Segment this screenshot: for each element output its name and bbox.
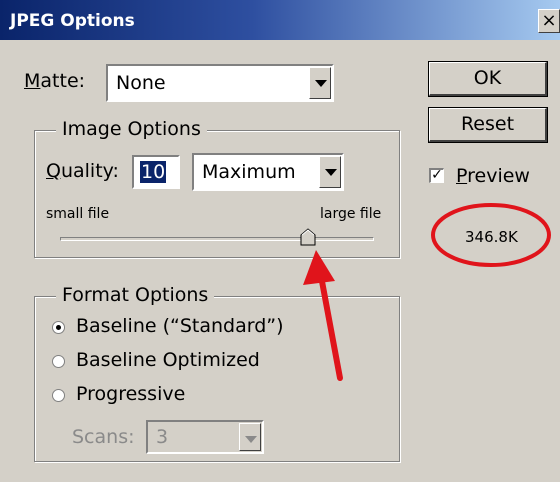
matte-label-rest: atte:	[40, 70, 86, 92]
large-file-label: large file	[320, 206, 382, 222]
image-options-legend: Image Options	[56, 118, 207, 140]
check-icon: ✓	[431, 167, 443, 183]
chevron-down-icon	[239, 423, 261, 451]
quality-value: 10	[140, 161, 167, 183]
slider-thumb-icon[interactable]	[300, 228, 316, 246]
quality-preset-dropdown[interactable]: Maximum	[192, 153, 344, 191]
title-bar: JPEG Options ×	[0, 0, 560, 40]
close-icon: ×	[541, 10, 557, 31]
preview-label: Preview	[456, 165, 530, 187]
matte-dropdown[interactable]: None	[106, 64, 334, 102]
format-option-label: Baseline (“Standard”)	[76, 315, 284, 337]
format-option-label: Progressive	[76, 383, 186, 405]
scans-value: 3	[156, 426, 169, 448]
quality-input[interactable]: 10	[132, 155, 180, 189]
scans-label: Scans:	[72, 426, 135, 448]
preview-label-rest: review	[467, 165, 530, 187]
reset-button[interactable]: Reset	[428, 107, 548, 143]
radio-icon[interactable]	[52, 355, 65, 368]
quality-slider-track[interactable]	[60, 237, 374, 241]
matte-value: None	[116, 72, 166, 94]
radio-icon[interactable]	[52, 321, 65, 334]
format-option-label: Baseline Optimized	[76, 349, 260, 371]
window-title: JPEG Options	[10, 11, 135, 31]
ok-button[interactable]: OK	[428, 61, 548, 97]
preview-checkbox[interactable]: ✓	[429, 168, 444, 183]
chevron-down-icon[interactable]	[319, 156, 341, 188]
radio-icon[interactable]	[52, 389, 65, 402]
matte-label: Matte:	[24, 70, 86, 92]
chevron-down-icon[interactable]	[309, 67, 331, 99]
quality-label: Quality:	[46, 160, 119, 182]
file-size-readout: 346.8K	[465, 228, 518, 246]
small-file-label: small file	[46, 206, 110, 222]
scans-dropdown: 3	[146, 420, 264, 454]
quality-label-rest: uality:	[60, 160, 119, 182]
close-button[interactable]: ×	[538, 9, 560, 33]
quality-preset-value: Maximum	[202, 161, 296, 183]
format-options-legend: Format Options	[56, 284, 215, 306]
